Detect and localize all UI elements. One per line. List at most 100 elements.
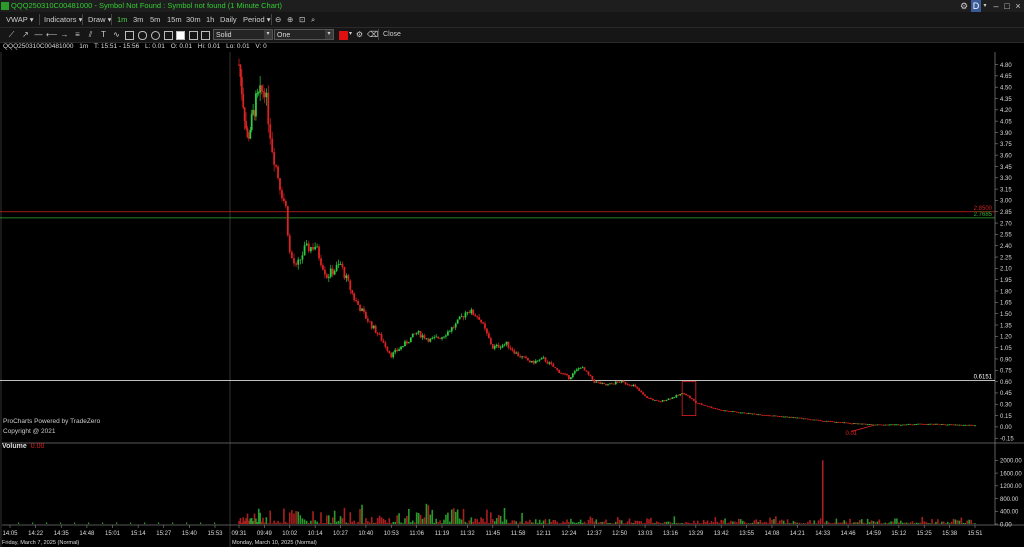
volume-bar bbox=[431, 509, 434, 524]
volume-bar bbox=[792, 520, 795, 524]
search-icon[interactable]: ⌕ bbox=[311, 15, 315, 25]
time-tick-label: 13:29 bbox=[688, 531, 704, 537]
ohlc-info-bar: QQQ250310C00481000 1m T: 15:51 - 15:56 L… bbox=[0, 43, 1024, 52]
zoom-out-icon[interactable]: ⊖ bbox=[275, 15, 281, 24]
eraser-icon[interactable]: ⌫ bbox=[367, 29, 378, 40]
properties-gear-icon[interactable]: ⚙ bbox=[354, 29, 365, 40]
box-tool-icon[interactable] bbox=[164, 31, 173, 40]
volume-bar bbox=[845, 521, 847, 524]
maximize-icon[interactable]: □ bbox=[1002, 0, 1012, 12]
volume-bar bbox=[411, 520, 414, 524]
channel-tool-icon[interactable]: ⫽ bbox=[85, 29, 96, 40]
draw-menu[interactable]: Draw ▾ bbox=[88, 15, 111, 24]
price-tick-label: 3.30 bbox=[1000, 176, 1012, 182]
candle-body bbox=[439, 338, 441, 340]
candle-body bbox=[583, 367, 586, 371]
line-mode-select[interactable]: One ▾ bbox=[274, 29, 334, 40]
reset-zoom-icon[interactable]: ⊡ bbox=[299, 15, 305, 24]
candle-body bbox=[523, 356, 525, 358]
volume-bar bbox=[724, 518, 726, 524]
volume-bar bbox=[698, 523, 701, 524]
period-menu[interactable]: Period ▾ bbox=[243, 15, 271, 24]
time-tick-label: 10:40 bbox=[358, 531, 374, 537]
candle-body bbox=[476, 316, 479, 318]
candle-body bbox=[618, 381, 621, 383]
volume-bar bbox=[333, 510, 336, 524]
timeframe-3m[interactable]: 3m bbox=[133, 15, 143, 24]
volume-bar bbox=[751, 522, 754, 524]
link-group-button[interactable]: D bbox=[971, 0, 981, 12]
volume-bar bbox=[601, 521, 603, 524]
candle-body bbox=[316, 246, 318, 248]
minimize-icon[interactable]: – bbox=[991, 0, 1001, 12]
volume-bar bbox=[437, 522, 439, 524]
candle-body bbox=[591, 375, 594, 380]
text-tool-icon[interactable]: T bbox=[98, 29, 109, 40]
candle-body bbox=[435, 336, 438, 338]
candle-body bbox=[427, 338, 430, 342]
candle-body bbox=[630, 385, 633, 387]
curve-tool-icon[interactable]: ∿ bbox=[111, 29, 122, 40]
volume-bar bbox=[837, 522, 840, 524]
horizontal-ray-tool-icon[interactable]: ⟵ bbox=[46, 29, 57, 40]
volume-bar bbox=[585, 523, 588, 524]
timeframe-15m[interactable]: 15m bbox=[167, 15, 182, 24]
candle-body bbox=[417, 331, 420, 333]
candle-body bbox=[269, 124, 272, 139]
timeframe-1h[interactable]: 1h bbox=[206, 15, 214, 24]
close-window-icon[interactable]: × bbox=[1013, 0, 1023, 12]
rounded-rect-tool-icon[interactable] bbox=[138, 31, 147, 40]
candle-body bbox=[540, 358, 543, 360]
zoom-in-icon[interactable]: ⊕ bbox=[287, 15, 293, 24]
volume-bar bbox=[813, 520, 816, 524]
close-drawing-button[interactable]: Close bbox=[382, 29, 402, 40]
volume-bar bbox=[429, 514, 432, 524]
timeframe-1m[interactable]: 1m bbox=[117, 15, 127, 24]
link-group-dropdown-icon[interactable]: ▾ bbox=[982, 0, 988, 12]
timeframe-daily[interactable]: Daily bbox=[220, 15, 237, 24]
candle-body bbox=[800, 417, 803, 419]
date-label-prev: Friday, March 7, 2025 (Normal) bbox=[2, 540, 79, 546]
timeframe-30m[interactable]: 30m bbox=[186, 15, 201, 24]
volume-bar bbox=[144, 522, 146, 524]
volume-bar bbox=[507, 523, 510, 524]
indicators-menu[interactable]: Indicators ▾ bbox=[44, 15, 82, 24]
period-label: Period bbox=[243, 15, 265, 24]
candle-body bbox=[517, 352, 520, 357]
volume-bar bbox=[946, 521, 949, 524]
fill-white-icon[interactable] bbox=[176, 31, 185, 40]
candle-body bbox=[737, 412, 740, 414]
fill-none-icon[interactable] bbox=[189, 31, 198, 40]
trendline-tool-icon[interactable]: ⟋ bbox=[6, 29, 17, 40]
price-tick-label: 0.15 bbox=[1000, 414, 1012, 420]
ray-tool-icon[interactable]: ↗ bbox=[20, 29, 31, 40]
horizontal-line-tool-icon[interactable]: — bbox=[33, 29, 44, 40]
volume-bar bbox=[960, 517, 963, 524]
timeframe-5m[interactable]: 5m bbox=[150, 15, 160, 24]
candle-body bbox=[942, 424, 945, 425]
arrow-line-tool-icon[interactable]: → bbox=[59, 29, 70, 40]
fib-tool-icon[interactable]: ≡ bbox=[72, 29, 83, 40]
price-tick-label: 1.95 bbox=[1000, 278, 1012, 284]
candle-body bbox=[370, 321, 373, 329]
time-tick-label: 13:03 bbox=[638, 531, 654, 537]
vwap-menu[interactable]: VWAP ▾ bbox=[6, 15, 34, 24]
candle-body bbox=[950, 424, 953, 426]
settings-gear-icon[interactable]: ⚙ bbox=[959, 0, 969, 12]
line-style-select[interactable]: Solid ▾ bbox=[213, 29, 273, 40]
volume-bar bbox=[747, 523, 750, 524]
volume-bar bbox=[691, 523, 693, 524]
candle-body bbox=[825, 420, 828, 422]
candle-body bbox=[940, 424, 943, 425]
ellipse-tool-icon[interactable] bbox=[151, 31, 160, 40]
time-tick-label: 15:51 bbox=[967, 531, 983, 537]
candle-body bbox=[538, 359, 541, 361]
rectangle-tool-icon[interactable] bbox=[125, 31, 134, 40]
time-tick-label: 13:16 bbox=[663, 531, 679, 537]
price-line-label: 2.8500 bbox=[974, 206, 993, 212]
volume-bar bbox=[511, 520, 514, 524]
volume-bar bbox=[450, 509, 453, 524]
outline-icon[interactable] bbox=[201, 31, 210, 40]
price-chart[interactable]: 2.85002.7685 0.6151 0.01 4.80 4.65 4.50 4.35… bbox=[0, 52, 1024, 547]
candle-body bbox=[640, 390, 643, 393]
